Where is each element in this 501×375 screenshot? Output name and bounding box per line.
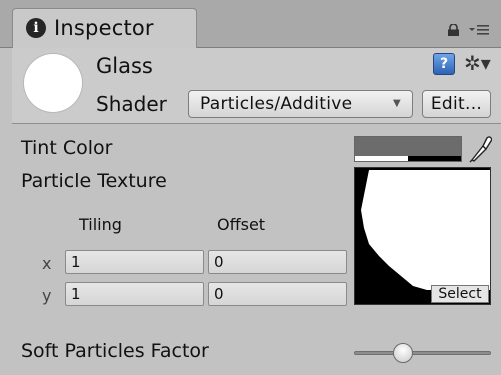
- y-axis-label: y: [42, 286, 52, 305]
- lock-icon[interactable]: [447, 24, 460, 36]
- offset-header: Offset: [217, 215, 266, 234]
- soft-particles-slider-thumb[interactable]: [393, 343, 414, 363]
- texture-select-button[interactable]: Select: [431, 285, 489, 303]
- texture-slot[interactable]: Select: [354, 167, 491, 305]
- shader-dropdown[interactable]: Particles/Additive ▼: [188, 90, 413, 118]
- tab-menu-icon[interactable]: [468, 22, 490, 38]
- x-axis-label: x: [42, 254, 52, 273]
- alpha-fill: [355, 156, 408, 161]
- soft-particles-label: Soft Particles Factor: [21, 340, 209, 362]
- alpha-bar: [355, 156, 461, 161]
- tab-title: Inspector: [54, 16, 154, 40]
- particle-texture-label: Particle Texture: [21, 170, 167, 192]
- tiling-x-field[interactable]: 1: [65, 250, 204, 274]
- offset-y-field[interactable]: 0: [208, 282, 347, 306]
- info-icon: i: [26, 18, 46, 38]
- soft-particles-slider-track[interactable]: [354, 351, 491, 355]
- tint-color-field[interactable]: [354, 136, 462, 162]
- gear-icon[interactable]: ✲▾: [464, 52, 491, 74]
- shader-value: Particles/Additive: [200, 94, 353, 114]
- material-name: Glass: [96, 54, 153, 78]
- help-icon[interactable]: ?: [433, 53, 455, 75]
- eyedropper-icon[interactable]: [468, 135, 492, 163]
- tiling-y-field[interactable]: 1: [65, 282, 204, 306]
- tint-color-label: Tint Color: [21, 137, 113, 159]
- tiling-header: Tiling: [79, 215, 122, 234]
- shader-label: Shader: [96, 92, 167, 116]
- offset-x-field[interactable]: 0: [208, 250, 347, 274]
- tab-inspector[interactable]: i Inspector: [12, 8, 197, 49]
- edit-shader-button[interactable]: Edit...: [422, 90, 491, 118]
- material-preview: [24, 54, 82, 112]
- chevron-down-icon: ▼: [393, 98, 401, 109]
- tab-bar: i Inspector: [0, 0, 501, 49]
- material-header: Glass ? ✲▾ Shader Particles/Additive ▼ E…: [12, 48, 501, 124]
